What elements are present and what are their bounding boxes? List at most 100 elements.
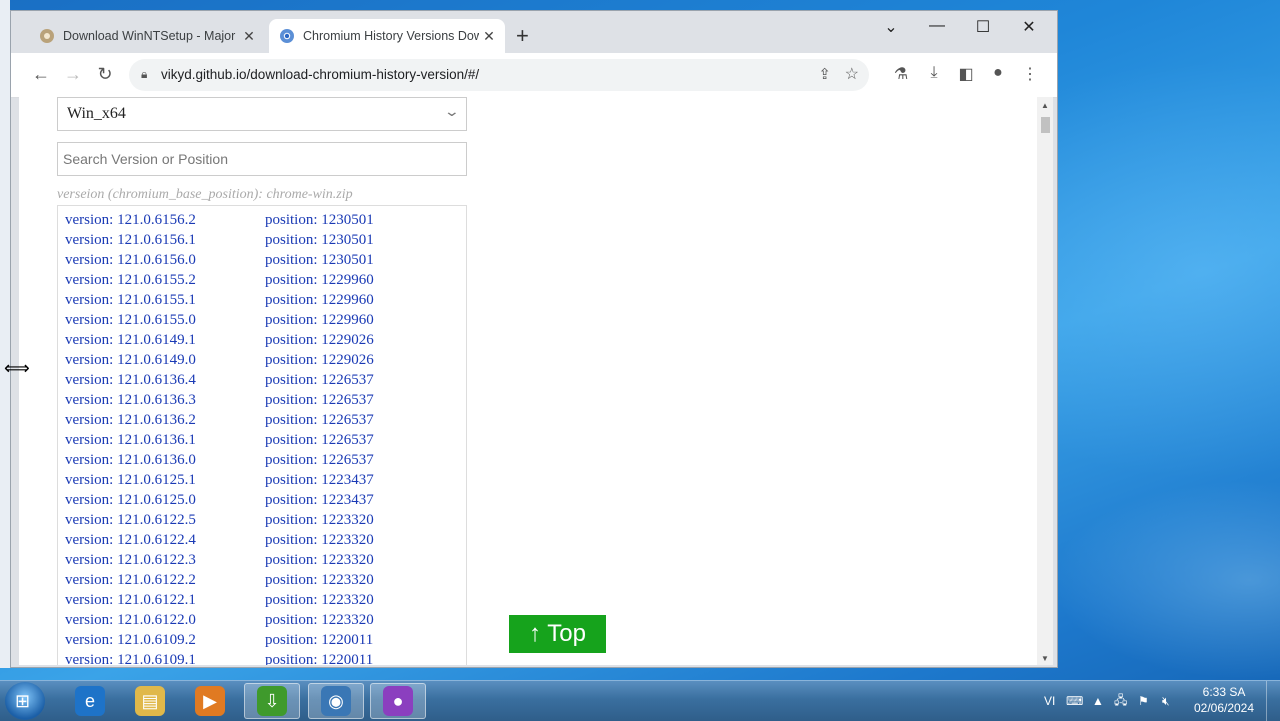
position-link[interactable]: position: 1230501 — [265, 232, 374, 249]
scroll-top-button[interactable]: ↑ Top — [509, 615, 606, 653]
download-icon[interactable]: ⤓ — [923, 64, 945, 82]
version-link[interactable]: version: 121.0.6122.2 — [65, 572, 196, 588]
position-link[interactable]: position: 1223320 — [265, 532, 374, 549]
position-link[interactable]: position: 1223437 — [265, 492, 374, 509]
version-link[interactable]: version: 121.0.6149.0 — [65, 352, 196, 368]
new-tab-button[interactable]: + — [516, 25, 529, 47]
page-scrollbar[interactable]: ▲ ▼ — [1037, 97, 1053, 665]
version-link[interactable]: version: 121.0.6109.2 — [65, 632, 196, 648]
platform-select[interactable]: Win_x64 ⌄ — [57, 97, 467, 131]
version-row[interactable]: version: 121.0.6122.3 position: 1223320 — [65, 552, 374, 572]
scrollbar-thumb[interactable] — [1041, 117, 1050, 133]
position-link[interactable]: position: 1229026 — [265, 352, 374, 369]
language-indicator[interactable]: VI — [1044, 681, 1055, 721]
position-link[interactable]: position: 1223320 — [265, 612, 374, 629]
start-button[interactable]: ⊞ — [5, 682, 45, 720]
version-row[interactable]: version: 121.0.6136.1 position: 1226537 — [65, 432, 374, 452]
url-text[interactable]: vikyd.github.io/download-chromium-histor… — [161, 67, 479, 82]
version-link[interactable]: version: 121.0.6125.1 — [65, 472, 196, 488]
version-link[interactable]: version: 121.0.6122.4 — [65, 532, 196, 548]
version-row[interactable]: version: 121.0.6149.0 position: 1229026 — [65, 352, 374, 372]
version-row[interactable]: version: 121.0.6122.0 position: 1223320 — [65, 612, 374, 632]
version-row[interactable]: version: 121.0.6125.1 position: 1223437 — [65, 472, 374, 492]
action-center-icon[interactable]: ⚑ — [1138, 681, 1149, 721]
lock-icon[interactable]: 🔒︎ — [141, 67, 147, 82]
version-link[interactable]: version: 121.0.6136.3 — [65, 392, 196, 408]
version-row[interactable]: version: 121.0.6122.2 position: 1223320 — [65, 572, 374, 592]
keyboard-icon[interactable]: ⌨ — [1066, 681, 1083, 721]
position-link[interactable]: position: 1226537 — [265, 452, 374, 469]
version-row[interactable]: version: 121.0.6109.1 position: 1220011 — [65, 652, 373, 665]
version-row[interactable]: version: 121.0.6125.0 position: 1223437 — [65, 492, 374, 512]
network-icon[interactable]: 🖧︎ — [1114, 681, 1127, 721]
share-icon[interactable]: ⇪ — [818, 65, 831, 83]
version-row[interactable]: version: 121.0.6136.4 position: 1226537 — [65, 372, 374, 392]
version-link[interactable]: version: 121.0.6122.3 — [65, 552, 196, 568]
version-link[interactable]: version: 121.0.6155.0 — [65, 312, 196, 328]
version-link[interactable]: version: 121.0.6136.4 — [65, 372, 196, 388]
version-row[interactable]: version: 121.0.6155.1 position: 1229960 — [65, 292, 374, 312]
show-desktop-button[interactable] — [1266, 681, 1280, 721]
labs-flask-icon[interactable]: ⚗ — [890, 64, 912, 84]
version-row[interactable]: version: 121.0.6109.2 position: 1220011 — [65, 632, 373, 652]
position-link[interactable]: position: 1223320 — [265, 592, 374, 609]
version-link[interactable]: version: 121.0.6156.0 — [65, 252, 196, 268]
position-link[interactable]: position: 1223320 — [265, 552, 374, 569]
taskbar-app-ball[interactable]: ● — [370, 683, 426, 719]
scroll-up-icon[interactable]: ▲ — [1041, 101, 1049, 110]
position-link[interactable]: position: 1230501 — [265, 252, 374, 269]
maximize-button[interactable]: ☐ — [968, 17, 998, 37]
reload-icon[interactable]: ↻ — [93, 63, 117, 85]
search-input[interactable] — [57, 142, 467, 176]
position-link[interactable]: position: 1226537 — [265, 372, 374, 389]
version-row[interactable]: version: 121.0.6156.1 position: 1230501 — [65, 232, 374, 252]
bookmark-star-icon[interactable]: ☆ — [845, 64, 859, 84]
menu-kebab-icon[interactable]: ⋮ — [1019, 64, 1041, 84]
version-link[interactable]: version: 121.0.6156.1 — [65, 232, 196, 248]
version-row[interactable]: version: 121.0.6122.1 position: 1223320 — [65, 592, 374, 612]
version-link[interactable]: version: 121.0.6155.1 — [65, 292, 196, 308]
taskbar-media-player[interactable]: ▶ — [182, 683, 238, 719]
back-arrow-icon[interactable]: ← — [29, 63, 53, 85]
version-row[interactable]: version: 121.0.6122.4 position: 1223320 — [65, 532, 374, 552]
version-link[interactable]: version: 121.0.6122.1 — [65, 592, 196, 608]
address-bar[interactable]: 🔒︎ vikyd.github.io/download-chromium-his… — [129, 59, 869, 91]
tab-close-icon[interactable]: ✕ — [479, 28, 499, 45]
version-link[interactable]: version: 121.0.6155.2 — [65, 272, 196, 288]
position-link[interactable]: position: 1226537 — [265, 412, 374, 429]
position-link[interactable]: position: 1229960 — [265, 312, 374, 329]
taskbar-internet-explorer[interactable]: e — [62, 683, 118, 719]
position-link[interactable]: position: 1229960 — [265, 272, 374, 289]
volume-muted-icon[interactable]: 🔇︎ — [1162, 681, 1170, 721]
profile-avatar-icon[interactable]: ● — [987, 64, 1009, 82]
position-link[interactable]: position: 1226537 — [265, 432, 374, 449]
minimize-button[interactable]: — — [922, 17, 952, 35]
position-link[interactable]: position: 1226537 — [265, 392, 374, 409]
version-row[interactable]: version: 121.0.6156.0 position: 1230501 — [65, 252, 374, 272]
version-row[interactable]: version: 121.0.6155.2 position: 1229960 — [65, 272, 374, 292]
position-link[interactable]: position: 1223320 — [265, 572, 374, 589]
clock[interactable]: 6:33 SA 02/06/2024 — [1186, 684, 1262, 716]
close-window-button[interactable]: ✕ — [1014, 17, 1044, 37]
version-link[interactable]: version: 121.0.6149.1 — [65, 332, 196, 348]
version-link[interactable]: version: 121.0.6122.5 — [65, 512, 196, 528]
position-link[interactable]: position: 1220011 — [265, 652, 373, 665]
version-row[interactable]: version: 121.0.6156.2 position: 1230501 — [65, 212, 374, 232]
version-link[interactable]: version: 121.0.6136.0 — [65, 452, 196, 468]
position-link[interactable]: position: 1220011 — [265, 632, 373, 649]
tab-winntsetup[interactable]: Download WinNTSetup - Major ✕ — [29, 19, 265, 53]
version-link[interactable]: version: 121.0.6156.2 — [65, 212, 196, 228]
version-row[interactable]: version: 121.0.6122.5 position: 1223320 — [65, 512, 374, 532]
version-row[interactable]: version: 121.0.6136.2 position: 1226537 — [65, 412, 374, 432]
taskbar-download-manager[interactable]: ⇩ — [244, 683, 300, 719]
tab-chromium-history[interactable]: Chromium History Versions Dow ✕ — [269, 19, 505, 53]
position-link[interactable]: position: 1230501 — [265, 212, 374, 229]
tab-search-icon[interactable]: ⌄ — [876, 17, 906, 37]
version-link[interactable]: version: 121.0.6136.1 — [65, 432, 196, 448]
show-hidden-icons-icon[interactable]: ▲ — [1092, 681, 1104, 721]
taskbar-file-explorer[interactable]: ▤ — [122, 683, 178, 719]
version-row[interactable]: version: 121.0.6136.3 position: 1226537 — [65, 392, 374, 412]
tab-close-icon[interactable]: ✕ — [239, 28, 259, 45]
version-row[interactable]: version: 121.0.6136.0 position: 1226537 — [65, 452, 374, 472]
version-row[interactable]: version: 121.0.6155.0 position: 1229960 — [65, 312, 374, 332]
